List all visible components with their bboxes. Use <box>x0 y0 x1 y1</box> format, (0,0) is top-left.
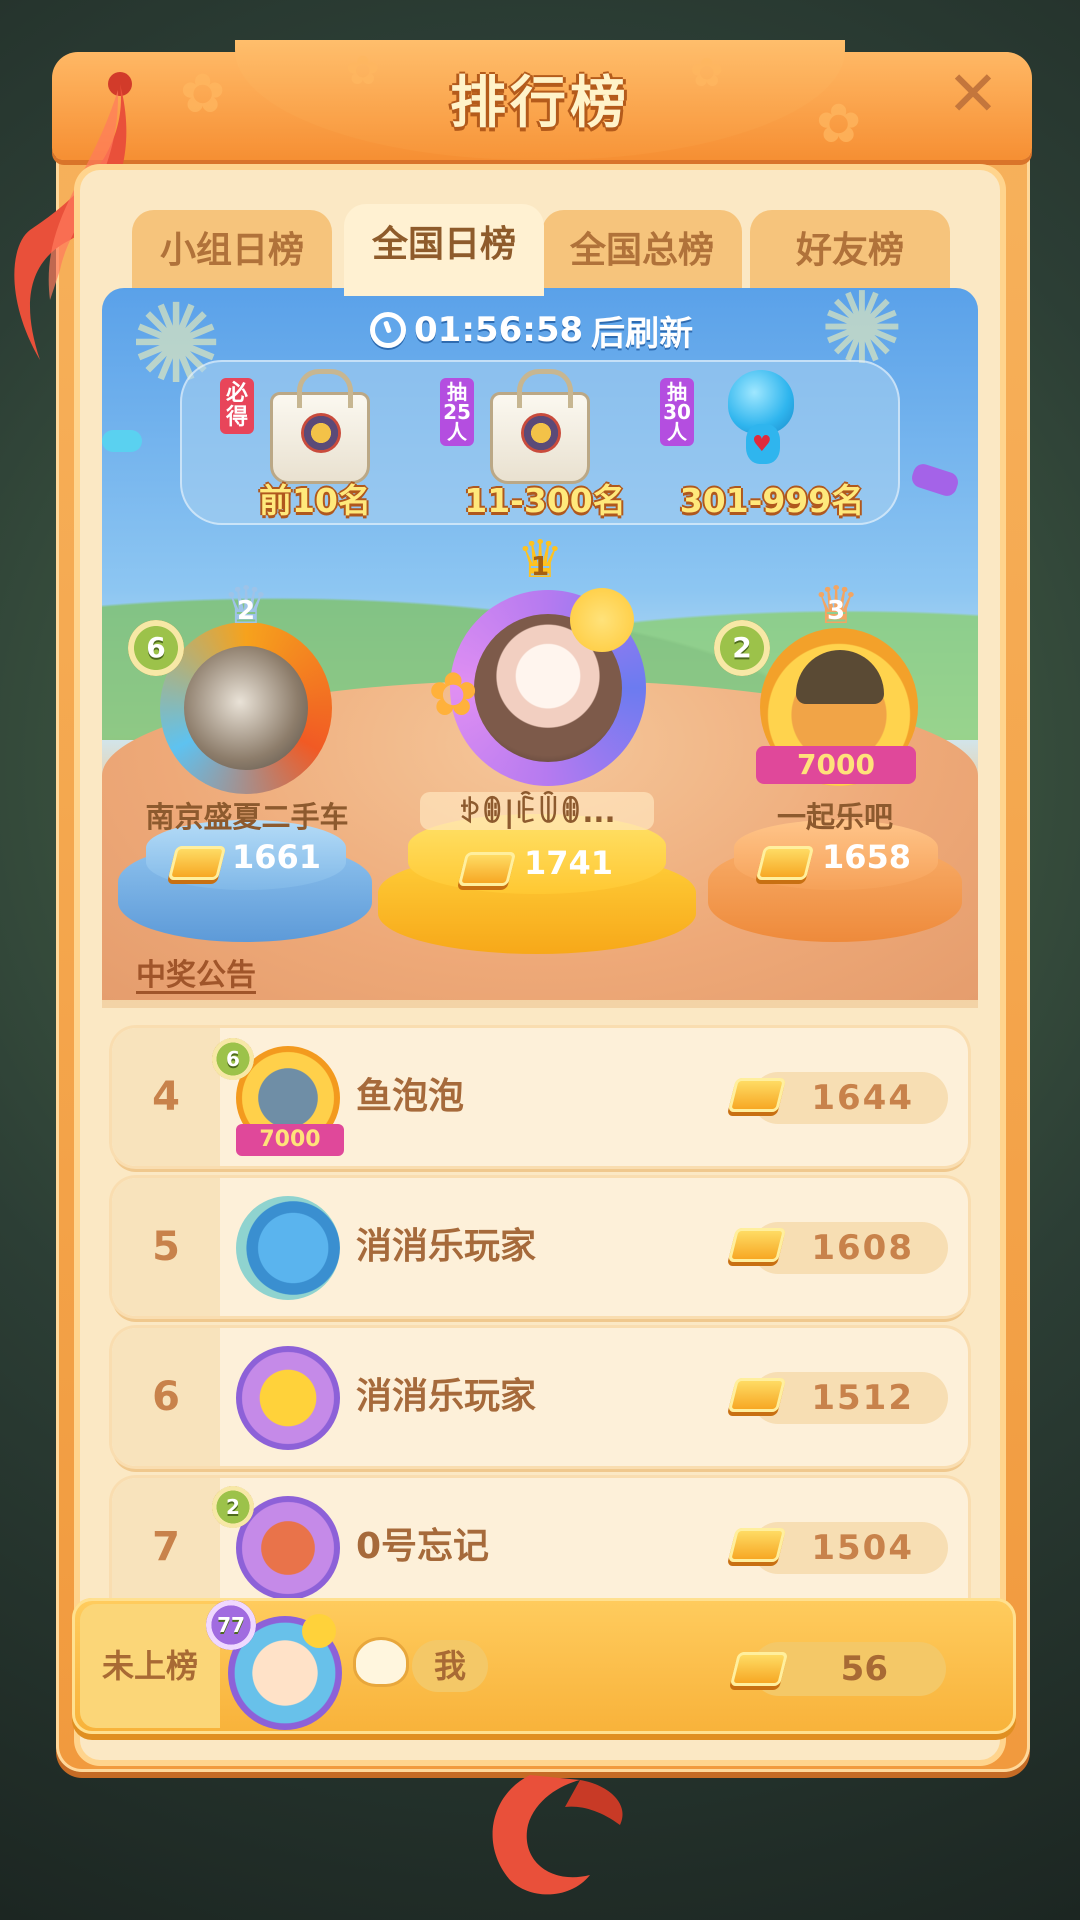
tab-national-total[interactable]: 全国总榜 <box>542 210 742 292</box>
player-score: 1644 <box>811 1078 914 1118</box>
podium-third-name: 一起乐吧 <box>776 800 893 834</box>
gold-bar-icon <box>167 846 227 880</box>
gold-bar-icon <box>755 846 815 880</box>
close-icon[interactable]: ✕ <box>945 63 1001 125</box>
list-item[interactable]: 4 7000 6 鱼泡泡 1644 <box>112 1028 968 1166</box>
list-item[interactable]: 5 消消乐玩家 1608 <box>112 1178 968 1316</box>
rank-number: 7 <box>152 1524 180 1570</box>
level-badge: 2 <box>714 620 770 676</box>
ribbon-decoration <box>492 1775 623 1895</box>
frame-tag: 7000 <box>756 746 916 784</box>
player-name: 消消乐玩家 <box>356 1376 537 1417</box>
my-score: 56 <box>840 1649 888 1689</box>
avatar <box>236 1196 340 1300</box>
player-name: 鱼泡泡 <box>356 1076 465 1117</box>
bag-icon <box>490 369 590 484</box>
page-title: 排行榜 <box>450 71 630 136</box>
timer-time: 01:56:58 <box>414 310 584 350</box>
frame-tag: 7000 <box>236 1124 344 1156</box>
podium-third-rank: 3 <box>826 596 846 626</box>
podium-second-avatar[interactable] <box>184 646 308 770</box>
rank-number: 6 <box>152 1374 180 1420</box>
podium-second-rank: 2 <box>236 596 256 626</box>
reward-badge: 抽30人 <box>660 378 694 446</box>
reward-badge: 抽25人 <box>440 378 474 446</box>
player-score: 1504 <box>811 1528 914 1568</box>
reward-range: 301-999名 <box>679 481 865 520</box>
prize-announcement-link[interactable]: 中奖公告 <box>136 950 256 994</box>
flower-decoration-icon: ✿ <box>428 660 479 730</box>
player-name: 0号忘记 <box>356 1526 490 1567</box>
level-badge: 6 <box>212 1038 254 1080</box>
player-score: 1512 <box>811 1378 914 1418</box>
list-item[interactable]: 6 消消乐玩家 1512 <box>112 1328 968 1466</box>
level-badge: 2 <box>212 1486 254 1528</box>
timer-suffix: 后刷新 <box>591 313 694 354</box>
reward-badge: 必得 <box>220 378 254 434</box>
clock-icon <box>370 312 406 348</box>
bag-icon <box>270 369 370 484</box>
sun-decoration <box>302 1614 336 1648</box>
my-name: 我 <box>433 1647 466 1685</box>
podium-second-score: 1661 <box>232 838 322 876</box>
avatar <box>236 1346 340 1450</box>
flower-decoration-icon: ✿ <box>816 92 862 155</box>
flower-decoration-icon: ✿ <box>180 62 226 125</box>
podium-first-rank: 1 <box>530 552 550 582</box>
gold-bar-icon <box>457 852 517 886</box>
my-rank: 未上榜 <box>101 1647 198 1685</box>
podium-first-score: 1741 <box>524 844 614 882</box>
player-score: 1608 <box>811 1228 914 1268</box>
rank-number: 4 <box>152 1074 180 1120</box>
podium-third-score: 1658 <box>822 838 912 876</box>
rabbit-icon <box>356 1640 406 1684</box>
podium-first-name: ꉣꂦ|ꍟꅏꂦ... <box>420 792 654 830</box>
player-name: 消消乐玩家 <box>356 1226 537 1267</box>
reward-range: 11-300名 <box>464 481 626 520</box>
reward-range: 前10名 <box>259 481 371 520</box>
confetti-decoration <box>102 430 142 452</box>
level-badge: 77 <box>206 1600 256 1650</box>
podium-second-name: 南京盛夏二手车 <box>145 800 349 834</box>
heart-icon: ♥ <box>752 432 772 457</box>
sun-decoration <box>570 588 634 652</box>
list-item[interactable]: 7 2 0号忘记 1504 <box>112 1478 968 1598</box>
rank-number: 5 <box>152 1224 180 1270</box>
refresh-timer: 01:56:58 后刷新 <box>370 305 720 355</box>
tab-national-daily[interactable]: 全国日榜 <box>344 204 544 296</box>
level-badge: 6 <box>128 620 184 676</box>
